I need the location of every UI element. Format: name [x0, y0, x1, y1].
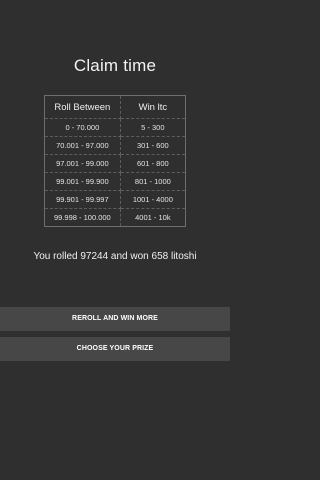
prize-table: Roll Between Win ltc 0 - 70.000 5 - 300 …	[44, 95, 187, 227]
roll-result-message: You rolled 97244 and won 658 litoshi	[33, 251, 197, 262]
roll-range-cell: 99.998 - 100.000	[44, 208, 121, 227]
roll-range-cell: 70.001 - 97.000	[44, 136, 121, 155]
win-range-cell: 4001 - 10k	[119, 208, 187, 227]
win-range-cell: 601 - 800	[119, 154, 187, 173]
roll-range-cell: 0 - 70.000	[44, 118, 121, 137]
table-row: 97.001 - 99.000 601 - 800	[44, 154, 187, 173]
win-range-cell: 301 - 600	[119, 136, 187, 155]
win-range-cell: 1001 - 4000	[119, 190, 187, 209]
table-row: 99.998 - 100.000 4001 - 10k	[44, 208, 187, 227]
table-row: 99.901 - 99.997 1001 - 4000	[44, 190, 187, 209]
table-row: 0 - 70.000 5 - 300	[44, 118, 187, 137]
table-header-row: Roll Between Win ltc	[44, 95, 187, 119]
table-row: 70.001 - 97.000 301 - 600	[44, 136, 187, 155]
roll-range-cell: 99.001 - 99.900	[44, 172, 121, 191]
choose-prize-button[interactable]: CHOOSE YOUR PRIZE	[0, 337, 230, 361]
table-row: 99.001 - 99.900 801 - 1000	[44, 172, 187, 191]
win-range-cell: 801 - 1000	[119, 172, 187, 191]
column-header-win: Win ltc	[119, 95, 187, 119]
claim-screen: Claim time Roll Between Win ltc 0 - 70.0…	[0, 0, 230, 480]
column-header-roll: Roll Between	[44, 95, 121, 119]
reroll-button[interactable]: REROLL AND WIN MORE	[0, 307, 230, 331]
page-title: Claim time	[73, 56, 157, 75]
roll-range-cell: 97.001 - 99.000	[44, 154, 121, 173]
win-range-cell: 5 - 300	[119, 118, 187, 137]
roll-range-cell: 99.901 - 99.997	[44, 190, 121, 209]
